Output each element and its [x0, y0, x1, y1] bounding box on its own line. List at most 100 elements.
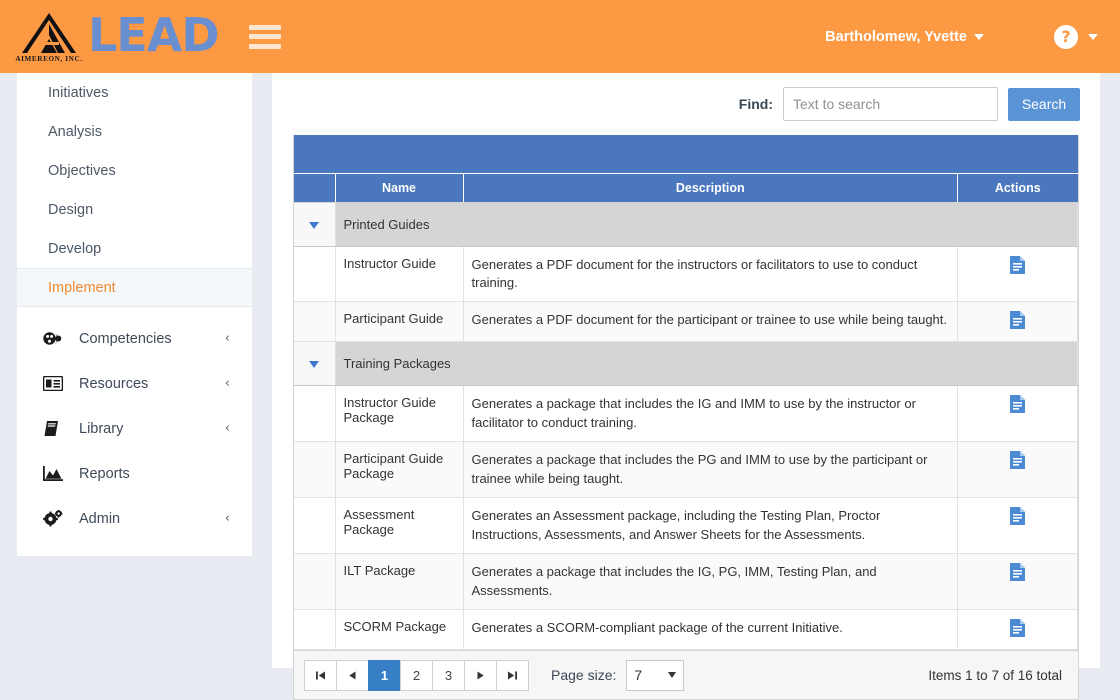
chart-area-icon: [43, 466, 67, 481]
file-document-icon[interactable]: [1010, 563, 1025, 584]
row-description-cell: Generates a package that includes the IG…: [463, 385, 958, 443]
row-actions-cell: [957, 497, 1078, 555]
table-body: Printed Guides Instructor Guide Generate…: [294, 202, 1078, 651]
column-header-toggle: [294, 174, 336, 203]
row-description-cell: Generates a package that includes the PG…: [463, 441, 958, 499]
column-header-name[interactable]: Name: [335, 174, 464, 203]
page-size-label: Page size:: [551, 667, 617, 684]
row-toggle-cell: [294, 553, 336, 611]
table-header-row: Name Description Actions: [294, 174, 1078, 203]
search-input[interactable]: [783, 87, 998, 121]
cogs-icon: [43, 510, 67, 527]
search-bar: Find: Search: [272, 73, 1100, 135]
row-name-cell: SCORM Package: [335, 609, 464, 651]
row-actions-cell: [957, 441, 1078, 499]
first-page-button[interactable]: [304, 659, 337, 691]
page-size-value: 7: [634, 667, 643, 684]
row-name-cell: Participant Guide: [335, 301, 464, 343]
chevron-left-icon: ‹: [224, 421, 230, 436]
lead-wordmark: LEAD: [88, 7, 220, 62]
previous-page-button[interactable]: [336, 659, 369, 691]
table-row[interactable]: Participant Guide Generates a PDF docume…: [294, 301, 1078, 343]
row-description-cell: Generates a PDF document for the instruc…: [463, 246, 958, 303]
column-header-description[interactable]: Description: [463, 174, 958, 203]
sidebar-item-label: Objectives: [48, 162, 116, 179]
chevron-down-icon: [668, 672, 677, 679]
file-document-icon[interactable]: [1010, 451, 1025, 472]
hamburger-bar-3: [248, 43, 281, 49]
sidebar-item-competencies[interactable]: Competencies ‹: [17, 316, 252, 361]
sidebar-item-label: Implement: [48, 279, 116, 296]
search-button[interactable]: Search: [1008, 87, 1080, 121]
page-button-3[interactable]: 3: [432, 659, 465, 691]
first-page-icon: [316, 671, 325, 680]
chevron-left-icon: ‹: [224, 331, 230, 346]
row-name-cell: Participant Guide Package: [335, 441, 464, 499]
file-document-icon[interactable]: [1010, 255, 1025, 277]
sidebar-item-design[interactable]: Design: [17, 190, 252, 229]
question-mark-icon: ?: [1054, 24, 1078, 49]
row-actions-cell: [957, 553, 1078, 611]
hamburger-bar-1: [248, 24, 281, 30]
table-row[interactable]: Participant Guide Package Generates a pa…: [294, 441, 1078, 499]
row-actions-cell: [957, 301, 1078, 343]
lead-wordmark-text: LEAD: [88, 7, 220, 62]
next-page-button[interactable]: [464, 659, 497, 691]
id-card-icon: [43, 376, 67, 391]
sidebar-item-label: Design: [48, 201, 94, 218]
user-menu[interactable]: Bartholomew, Yvette: [825, 29, 984, 45]
page-size-select[interactable]: 7: [626, 659, 685, 691]
table-row[interactable]: Instructor Guide Package Generates a pac…: [294, 385, 1078, 443]
row-name-cell: ILT Package: [335, 553, 464, 611]
sidebar-item-label: Reports: [79, 465, 130, 482]
page-button-1[interactable]: 1: [368, 659, 401, 691]
sidebar-item-library[interactable]: Library ‹: [17, 406, 252, 451]
row-toggle-cell: [294, 301, 336, 343]
hamburger-icon[interactable]: [248, 24, 281, 49]
table-row[interactable]: ILT Package Generates a package that inc…: [294, 553, 1078, 611]
page-button-2[interactable]: 2: [400, 659, 433, 691]
file-document-icon[interactable]: [1010, 507, 1025, 528]
group-toggle-cell[interactable]: [294, 341, 336, 387]
help-menu[interactable]: ?: [1054, 24, 1098, 49]
file-document-icon[interactable]: [1010, 619, 1025, 640]
book-icon: [43, 420, 67, 437]
row-name-cell: Instructor Guide Package: [335, 385, 464, 443]
table-row[interactable]: Assessment Package Generates an Assessme…: [294, 497, 1078, 555]
sidebar-item-label: Analysis: [48, 123, 102, 140]
sidebar-item-label: Library: [79, 420, 124, 437]
triangle-logo-icon: [20, 12, 78, 54]
aimereon-logo-mark: AIMEREON, INC.: [15, 11, 82, 63]
row-toggle-cell: [294, 497, 336, 555]
sidebar-item-admin[interactable]: Admin ‹: [17, 496, 252, 541]
group-toggle-cell[interactable]: [294, 202, 336, 247]
row-description-cell: Generates an Assessment package, includi…: [463, 497, 958, 555]
row-actions-cell: [957, 246, 1078, 303]
sidebar-item-implement[interactable]: Implement: [17, 268, 252, 307]
sidebar-item-resources[interactable]: Resources ‹: [17, 361, 252, 406]
sidebar-item-initiatives[interactable]: Initiatives: [17, 73, 252, 112]
chevron-left-icon: ‹: [224, 511, 230, 526]
sidebar-item-analysis[interactable]: Analysis: [17, 112, 252, 151]
row-description-cell: Generates a SCORM-compliant package of t…: [463, 609, 958, 651]
row-toggle-cell: [294, 385, 336, 443]
brand-logo[interactable]: AIMEREON, INC. LEAD: [15, 7, 220, 63]
competencies-icon: [43, 331, 67, 346]
sidebar-divider: [17, 307, 252, 316]
caret-down-icon[interactable]: [309, 361, 320, 369]
caret-down-icon[interactable]: [309, 221, 320, 229]
sidebar-item-label: Develop: [48, 240, 102, 257]
table-row[interactable]: SCORM Package Generates a SCORM-complian…: [294, 609, 1078, 651]
previous-page-icon: [349, 671, 356, 680]
sidebar-item-objectives[interactable]: Objectives: [17, 151, 252, 190]
file-document-icon[interactable]: [1010, 311, 1025, 332]
sidebar-item-reports[interactable]: Reports: [17, 451, 252, 496]
row-name-cell: Assessment Package: [335, 497, 464, 555]
file-document-icon[interactable]: [1010, 395, 1025, 416]
table-row[interactable]: Instructor Guide Generates a PDF documen…: [294, 246, 1078, 303]
row-actions-cell: [957, 385, 1078, 443]
sidebar-item-develop[interactable]: Develop: [17, 229, 252, 268]
group-row-printed-guides[interactable]: Printed Guides: [294, 202, 1078, 247]
last-page-button[interactable]: [496, 659, 529, 691]
group-row-training-packages[interactable]: Training Packages: [294, 341, 1078, 387]
